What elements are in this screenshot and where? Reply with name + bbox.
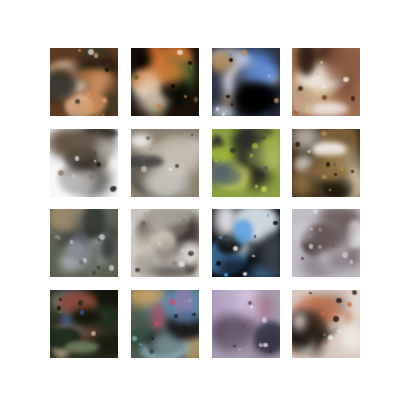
generated-sample-14 bbox=[131, 290, 199, 358]
generated-sample-13 bbox=[50, 290, 118, 358]
generated-sample-11 bbox=[212, 209, 280, 277]
generated-sample-3 bbox=[212, 48, 280, 116]
generated-sample-6 bbox=[131, 129, 199, 197]
generated-sample-1 bbox=[50, 48, 118, 116]
generated-sample-16 bbox=[292, 290, 360, 358]
sample-grid bbox=[0, 0, 400, 400]
generated-sample-9 bbox=[50, 209, 118, 277]
generated-sample-10 bbox=[131, 209, 199, 277]
generated-sample-2 bbox=[131, 48, 199, 116]
generated-sample-7 bbox=[212, 129, 280, 197]
generated-sample-12 bbox=[292, 209, 360, 277]
generated-sample-15 bbox=[212, 290, 280, 358]
generated-sample-5 bbox=[50, 129, 118, 197]
generated-sample-8 bbox=[292, 129, 360, 197]
generated-sample-4 bbox=[292, 48, 360, 116]
